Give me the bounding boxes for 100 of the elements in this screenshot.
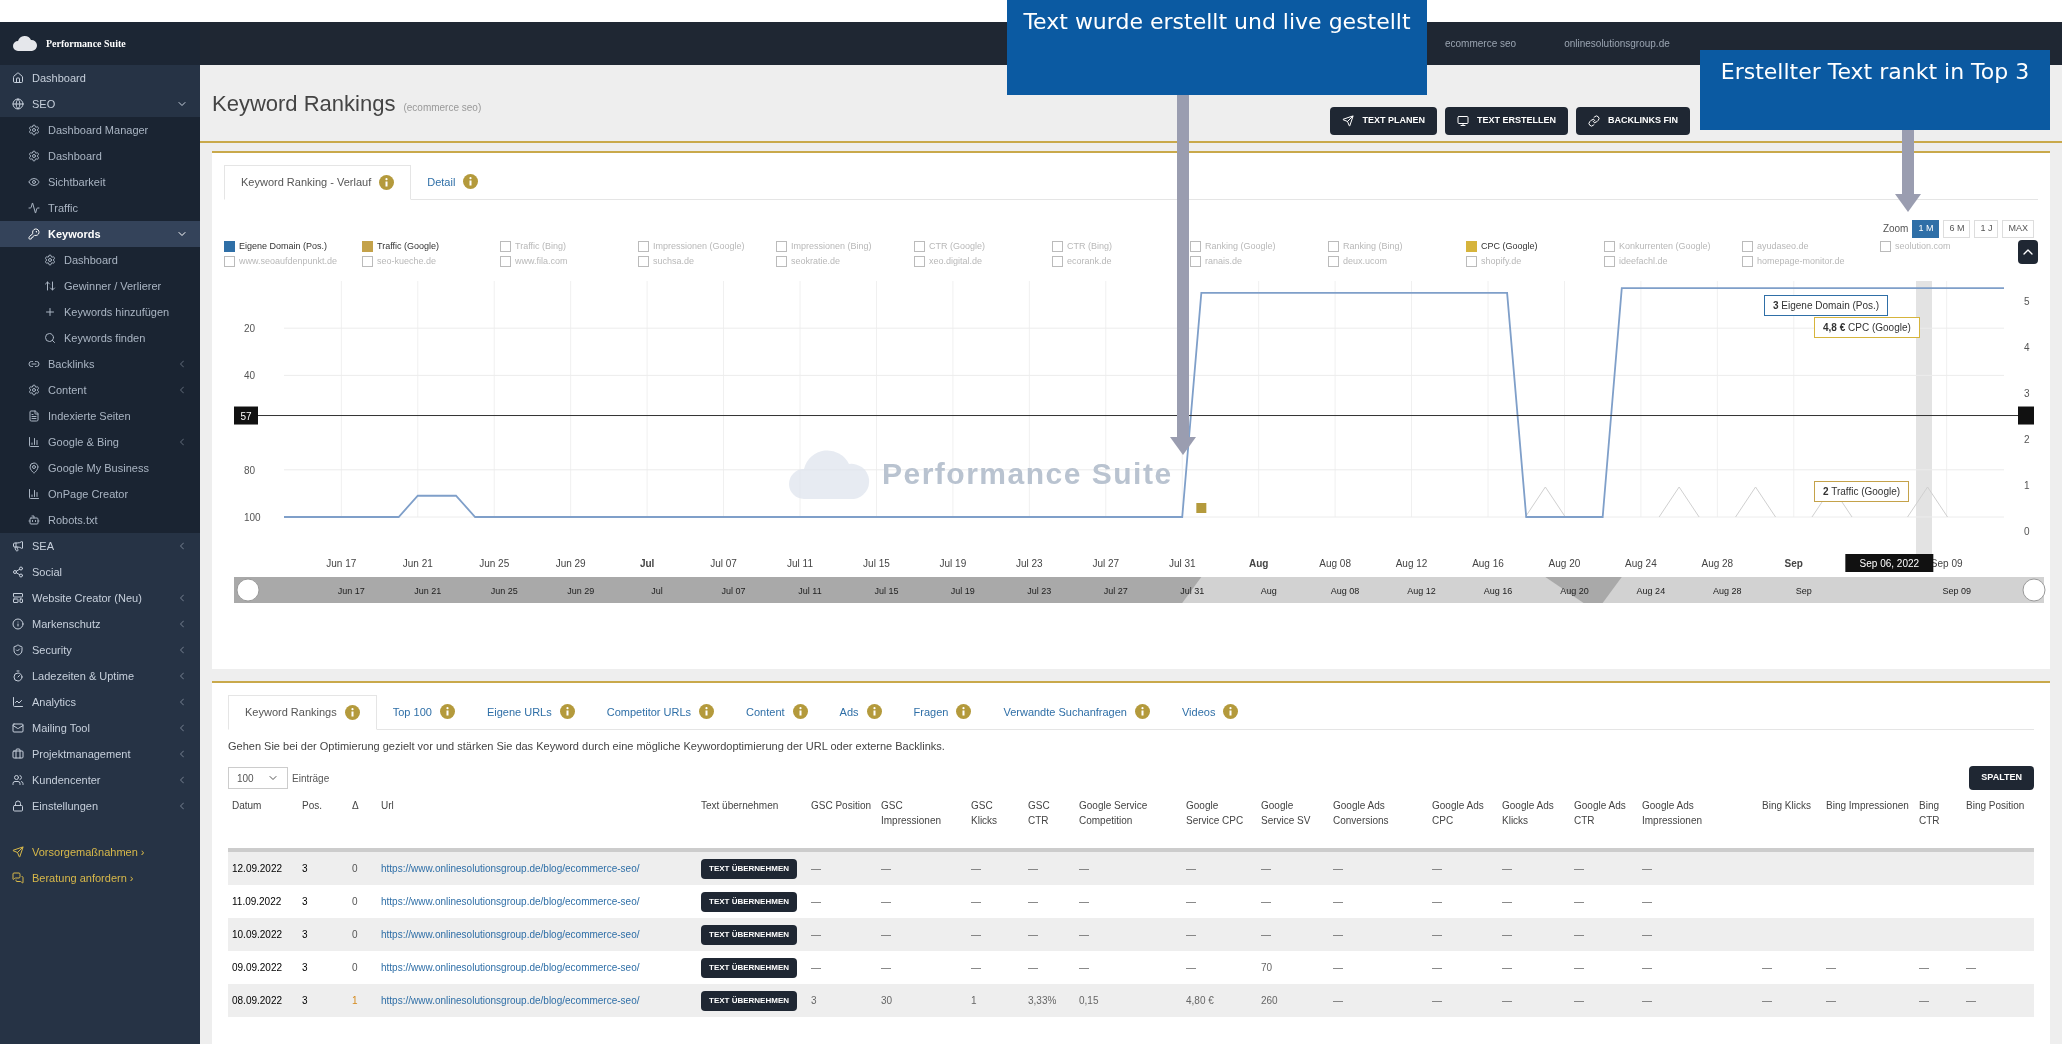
- sidebar-item[interactable]: Ladezeiten & Uptime: [0, 663, 200, 689]
- column-header[interactable]: GSC CTR: [1024, 798, 1075, 828]
- range-button[interactable]: MAX: [2002, 219, 2034, 238]
- sidebar-link[interactable]: Beratung anfordern ›: [0, 865, 200, 891]
- column-header[interactable]: Δ: [348, 798, 377, 813]
- sidebar-item[interactable]: Dashboard Manager: [0, 117, 200, 143]
- table-tab[interactable]: Fragen: [897, 695, 988, 729]
- take-text-button[interactable]: TEXT ÜBERNEHMEN: [701, 990, 797, 1011]
- table-cell: 30: [881, 995, 893, 1006]
- column-header[interactable]: Google Ads Conversions: [1329, 798, 1428, 828]
- project-select[interactable]: ecommerce seo: [1445, 36, 1517, 51]
- y-axis-label: 0: [2024, 525, 2030, 537]
- take-text-button[interactable]: TEXT ÜBERNEHMEN: [701, 891, 797, 912]
- column-header[interactable]: Datum: [228, 798, 298, 813]
- legend-item[interactable]: CPC (Google): [1466, 239, 1604, 253]
- sidebar-item[interactable]: Social: [0, 559, 200, 585]
- sidebar-item[interactable]: Mailing Tool: [0, 715, 200, 741]
- url-link[interactable]: https://www.onlinesolutionsgroup.de/blog/ecommerce-seo/: [381, 929, 640, 940]
- navigator-label: Sep 09: [1942, 585, 1971, 596]
- header-button[interactable]: TEXT PLANEN: [1330, 107, 1437, 135]
- range-button[interactable]: 1 M: [1912, 219, 1940, 238]
- y-axis-label: 5: [2024, 295, 2030, 307]
- url-link[interactable]: https://www.onlinesolutionsgroup.de/blog/ecommerce-seo/: [381, 863, 640, 874]
- sidebar-item[interactable]: Google & Bing: [0, 429, 200, 455]
- take-text-button[interactable]: TEXT ÜBERNEHMEN: [701, 858, 797, 879]
- column-header[interactable]: Pos.: [298, 798, 348, 813]
- table-tab[interactable]: Content: [730, 695, 824, 729]
- sidebar-item[interactable]: Google My Business: [0, 455, 200, 481]
- url-link[interactable]: https://www.onlinesolutionsgroup.de/blog/ecommerce-seo/: [381, 896, 640, 907]
- x-axis-label: Jun 17: [326, 557, 357, 569]
- export-button[interactable]: [2018, 239, 2038, 264]
- column-header[interactable]: Bing Position: [1962, 798, 2034, 813]
- table-tab[interactable]: Competitor URLs: [590, 695, 731, 729]
- logo[interactable]: Performance Suite: [0, 22, 200, 65]
- sidebar-item[interactable]: Dashboard: [0, 247, 200, 273]
- header-button[interactable]: TEXT ERSTELLEN: [1445, 107, 1568, 135]
- range-button[interactable]: 6 M: [1943, 219, 1971, 238]
- legend-item[interactable]: Traffic (Google): [362, 239, 500, 253]
- sidebar-item[interactable]: Keywords finden: [0, 325, 200, 351]
- sidebar-item[interactable]: OnPage Creator: [0, 481, 200, 507]
- chart-tab[interactable]: Detail: [411, 165, 495, 199]
- column-header[interactable]: Google Ads CPC: [1428, 798, 1498, 828]
- chart-tab[interactable]: Keyword Ranking - Verlauf: [224, 165, 412, 200]
- column-header[interactable]: Google Service SV: [1257, 798, 1329, 828]
- table-tab[interactable]: Keyword Rankings: [228, 695, 377, 730]
- sidebar-item[interactable]: Security: [0, 637, 200, 663]
- column-header[interactable]: Bing CTR: [1915, 798, 1962, 828]
- table-tab[interactable]: Ads: [823, 695, 898, 729]
- column-header[interactable]: Bing Klicks: [1758, 798, 1822, 813]
- sidebar-item[interactable]: Robots.txt: [0, 507, 200, 533]
- table-tab[interactable]: Top 100: [376, 695, 471, 729]
- table-cell: 08.09.2022: [232, 995, 283, 1006]
- url-link[interactable]: https://www.onlinesolutionsgroup.de/blog/ecommerce-seo/: [381, 962, 640, 973]
- menu-icon: [12, 774, 24, 786]
- column-header[interactable]: Google Ads Impressionen: [1638, 798, 1758, 828]
- column-header[interactable]: Google Service CPC: [1182, 798, 1257, 828]
- url-link[interactable]: https://www.onlinesolutionsgroup.de/blog/ecommerce-seo/: [381, 995, 640, 1006]
- navigator-handle[interactable]: [2022, 578, 2046, 601]
- sidebar-item[interactable]: Backlinks: [0, 351, 200, 377]
- legend-item[interactable]: Eigene Domain (Pos.): [224, 239, 362, 253]
- column-header[interactable]: Google Ads Klicks: [1498, 798, 1570, 828]
- table-tab[interactable]: Verwandte Suchanfragen: [987, 695, 1166, 729]
- header-button[interactable]: BACKLINKS FIN: [1576, 107, 1690, 135]
- sidebar-item[interactable]: Indexierte Seiten: [0, 403, 200, 429]
- sidebar-item[interactable]: SEA: [0, 533, 200, 559]
- column-header[interactable]: Bing Impressionen: [1822, 798, 1915, 813]
- sidebar-item[interactable]: Dashboard: [0, 65, 200, 91]
- column-header[interactable]: GSC Impressionen: [877, 798, 967, 828]
- column-header[interactable]: GSC Position: [807, 798, 877, 813]
- sidebar-item[interactable]: Dashboard: [0, 143, 200, 169]
- sidebar-item[interactable]: Keywords: [0, 221, 200, 247]
- account-name[interactable]: onlinesolutionsgroup.de: [1564, 36, 1670, 51]
- take-text-button[interactable]: TEXT ÜBERNEHMEN: [701, 924, 797, 945]
- columns-button[interactable]: SPALTEN: [1969, 766, 2034, 790]
- table-tab[interactable]: Videos: [1165, 695, 1255, 729]
- sidebar-item[interactable]: Markenschutz: [0, 611, 200, 637]
- take-text-button[interactable]: TEXT ÜBERNEHMEN: [701, 957, 797, 978]
- sidebar-item[interactable]: Sichtbarkeit: [0, 169, 200, 195]
- sidebar-item[interactable]: Projektmanagement: [0, 741, 200, 767]
- range-button[interactable]: 1 J: [1974, 219, 1999, 238]
- table-cell: 260: [1261, 995, 1278, 1006]
- sidebar-item[interactable]: Keywords hinzufügen: [0, 299, 200, 325]
- column-header[interactable]: Google Service Competition: [1075, 798, 1182, 828]
- column-header[interactable]: GSC Klicks: [967, 798, 1024, 828]
- y-axis-label: 100: [244, 511, 261, 523]
- sidebar-item[interactable]: Website Creator (Neu): [0, 585, 200, 611]
- column-header[interactable]: Text übernehmen: [697, 798, 807, 813]
- sidebar-item[interactable]: Traffic: [0, 195, 200, 221]
- column-header[interactable]: Url: [377, 798, 697, 813]
- column-header[interactable]: Google Ads CTR: [1570, 798, 1638, 828]
- sidebar-item[interactable]: Content: [0, 377, 200, 403]
- sidebar-item[interactable]: Einstellungen: [0, 793, 200, 819]
- sidebar-item[interactable]: Kundencenter: [0, 767, 200, 793]
- sidebar-link[interactable]: Vorsorgemaßnahmen ›: [0, 839, 200, 865]
- navigator-handle[interactable]: [236, 578, 260, 601]
- table-tab[interactable]: Eigene URLs: [470, 695, 591, 729]
- sidebar-item[interactable]: Analytics: [0, 689, 200, 715]
- sidebar-item[interactable]: SEO: [0, 91, 200, 117]
- page-size-select[interactable]: 100: [228, 767, 288, 789]
- sidebar-item[interactable]: Gewinner / Verlierer: [0, 273, 200, 299]
